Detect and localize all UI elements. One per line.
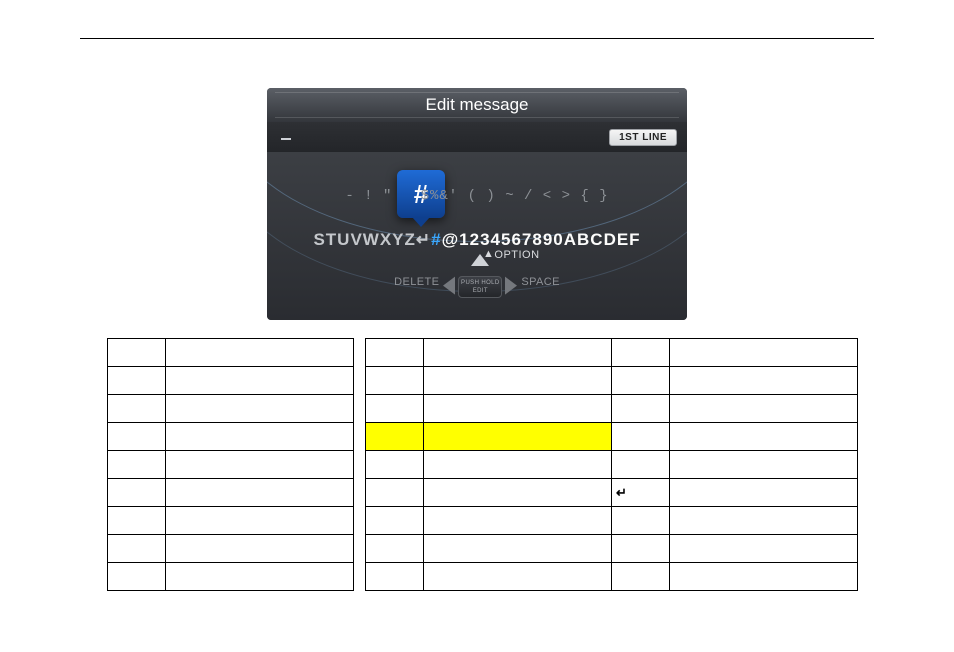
table-cell — [424, 507, 612, 535]
table-cell — [670, 423, 858, 451]
table-cell — [366, 451, 424, 479]
table-gap — [354, 367, 366, 395]
table-cell — [108, 563, 166, 591]
table-gap — [354, 451, 366, 479]
table-cell — [366, 563, 424, 591]
delete-label[interactable]: DELETE — [390, 276, 443, 288]
table-cell — [612, 395, 670, 423]
symbol-row: - ! " $%&' ( ) ~ / < > { } — [267, 188, 687, 204]
table-cell — [424, 367, 612, 395]
text-cursor — [281, 138, 291, 140]
table-cell — [612, 423, 670, 451]
screen-title: Edit message — [426, 95, 529, 115]
table-cell — [612, 507, 670, 535]
table-cell — [166, 367, 354, 395]
character-row[interactable]: STUVWXYZ↵#@1234567890ABCDEF — [267, 230, 687, 250]
table-row — [108, 535, 858, 563]
table-gap — [354, 563, 366, 591]
table-cell — [612, 451, 670, 479]
table-cell: ↵ — [612, 479, 670, 507]
table-cell — [424, 395, 612, 423]
table-cell — [366, 535, 424, 563]
screen-title-bar: Edit message — [267, 88, 687, 122]
table-row — [108, 507, 858, 535]
table-cell — [166, 507, 354, 535]
dpad-left-icon[interactable] — [443, 277, 455, 295]
table-row — [108, 563, 858, 591]
table-cell — [424, 451, 612, 479]
table-cell — [166, 451, 354, 479]
table-cell — [166, 479, 354, 507]
table-cell — [108, 535, 166, 563]
device-screenshot: Edit message 1ST LINE # - ! " $%&' ( ) ~… — [267, 88, 687, 320]
dpad-center-button[interactable]: PUSH HOLD EDIT — [458, 276, 502, 298]
table-cell — [366, 423, 424, 451]
table-cell — [108, 451, 166, 479]
table-cell — [612, 535, 670, 563]
table-cell — [612, 339, 670, 367]
dpad-right-icon[interactable] — [505, 277, 517, 295]
char-row-right: @1234567890ABCDEF — [442, 230, 641, 249]
table-gap — [354, 395, 366, 423]
input-line-row: 1ST LINE — [267, 122, 687, 152]
table-cell — [424, 535, 612, 563]
codes-table: ↵ — [107, 338, 858, 591]
table-cell — [366, 395, 424, 423]
enter-icon: ↵ — [616, 485, 627, 500]
table-cell — [166, 339, 354, 367]
table-cell — [670, 507, 858, 535]
table-cell — [108, 339, 166, 367]
table-gap — [354, 479, 366, 507]
dpad[interactable]: PUSH HOLD EDIT — [443, 254, 517, 310]
line-indicator-badge: 1ST LINE — [609, 129, 677, 146]
table-cell — [670, 339, 858, 367]
table-cell — [166, 535, 354, 563]
table-cell — [670, 479, 858, 507]
table-cell — [424, 339, 612, 367]
table-cell — [424, 423, 612, 451]
table-cell — [366, 479, 424, 507]
table-cell — [166, 395, 354, 423]
table-cell — [424, 479, 612, 507]
table-cell — [424, 563, 612, 591]
table-row: ↵ — [108, 479, 858, 507]
character-table: ↵ — [107, 338, 847, 591]
table-cell — [108, 395, 166, 423]
char-row-left: STUVWXYZ — [313, 230, 415, 249]
char-row-selected: # — [431, 230, 441, 249]
table-cell — [366, 507, 424, 535]
table-row — [108, 395, 858, 423]
table-cell — [108, 479, 166, 507]
table-cell — [670, 395, 858, 423]
horizontal-rule — [80, 38, 874, 39]
table-cell — [366, 339, 424, 367]
table-row — [108, 451, 858, 479]
table-cell — [670, 535, 858, 563]
table-gap — [354, 507, 366, 535]
table-gap — [354, 535, 366, 563]
table-cell — [166, 423, 354, 451]
table-cell — [366, 367, 424, 395]
table-row — [108, 339, 858, 367]
table-cell — [612, 367, 670, 395]
table-cell — [670, 451, 858, 479]
table-row — [108, 367, 858, 395]
enter-icon: ↵ — [416, 230, 431, 249]
device-screen: Edit message 1ST LINE # - ! " $%&' ( ) ~… — [267, 88, 687, 320]
table-cell — [670, 367, 858, 395]
table-row — [108, 423, 858, 451]
dpad-controls: DELETE PUSH HOLD EDIT SPACE — [267, 250, 687, 314]
table-gap — [354, 339, 366, 367]
table-cell — [166, 563, 354, 591]
table-cell — [670, 563, 858, 591]
table-cell — [108, 507, 166, 535]
space-label[interactable]: SPACE — [517, 276, 563, 288]
table-gap — [354, 423, 366, 451]
dpad-up-icon[interactable] — [471, 254, 489, 266]
table-cell — [612, 563, 670, 591]
table-cell — [108, 423, 166, 451]
character-wheel[interactable]: # - ! " $%&' ( ) ~ / < > { } STUVWXYZ↵#@… — [267, 152, 687, 320]
table-cell — [108, 367, 166, 395]
